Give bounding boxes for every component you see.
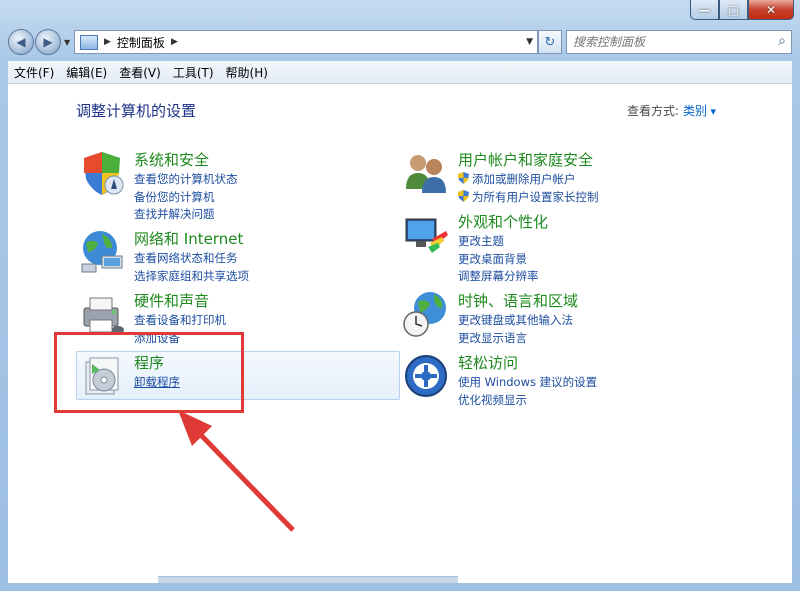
globe-network-icon[interactable] bbox=[78, 228, 126, 276]
category-title-users[interactable]: 用户帐户和家庭安全 bbox=[458, 149, 593, 170]
search-box[interactable]: ⌕ bbox=[566, 30, 792, 54]
category-title-clock[interactable]: 时钟、语言和区域 bbox=[458, 290, 578, 311]
link-change-display-language[interactable]: 更改显示语言 bbox=[458, 330, 573, 348]
link-change-keyboard[interactable]: 更改键盘或其他输入法 bbox=[458, 312, 573, 330]
chevron-right-icon[interactable]: ▶ bbox=[104, 37, 111, 47]
page-title: 调整计算机的设置 bbox=[76, 102, 197, 120]
appearance-icon[interactable] bbox=[402, 211, 450, 259]
annotation-arrow-icon bbox=[178, 410, 295, 532]
uac-shield-icon bbox=[458, 172, 469, 184]
printer-icon[interactable] bbox=[78, 290, 126, 338]
category-title-ease[interactable]: 轻松访问 bbox=[458, 352, 518, 373]
forward-button[interactable]: ▶ bbox=[35, 29, 61, 55]
link-backup-computer[interactable]: 备份您的计算机 bbox=[134, 189, 238, 207]
annotation-highlight-box bbox=[54, 332, 244, 413]
refresh-icon: ↻ bbox=[544, 34, 556, 50]
shield-icon[interactable] bbox=[78, 149, 126, 197]
view-by-dropdown[interactable]: 类别 bbox=[683, 102, 716, 119]
category-title-appearance[interactable]: 外观和个性化 bbox=[458, 211, 548, 232]
link-devices-printers[interactable]: 查看设备和打印机 bbox=[134, 312, 226, 330]
category-title-hardware[interactable]: 硬件和声音 bbox=[134, 290, 209, 311]
address-bar[interactable]: ▶ 控制面板 ▶ ▼ bbox=[74, 30, 538, 54]
link-view-computer-status[interactable]: 查看您的计算机状态 bbox=[134, 171, 238, 189]
menu-bar: 文件(F) 编辑(E) 查看(V) 工具(T) 帮助(H) bbox=[8, 61, 792, 84]
menu-edit[interactable]: 编辑(E) bbox=[60, 64, 113, 81]
users-icon[interactable] bbox=[402, 149, 450, 197]
control-panel-icon bbox=[80, 34, 98, 50]
maximize-button[interactable]: □ bbox=[719, 0, 748, 20]
ease-of-access-icon[interactable] bbox=[402, 352, 450, 400]
clock-globe-icon[interactable] bbox=[402, 290, 450, 338]
uac-shield-icon bbox=[458, 189, 469, 202]
address-dropdown-icon[interactable]: ▼ bbox=[526, 37, 533, 47]
link-homegroup-sharing[interactable]: 选择家庭组和共享选项 bbox=[134, 268, 249, 286]
horizontal-scrollbar[interactable] bbox=[158, 576, 458, 583]
recent-pages-dropdown[interactable]: ▼ bbox=[64, 38, 70, 47]
link-windows-recommended[interactable]: 使用 Windows 建议的设置 bbox=[458, 374, 597, 392]
link-change-theme[interactable]: 更改主题 bbox=[458, 233, 539, 251]
arrow-right-icon: ▶ bbox=[43, 35, 53, 49]
window-controls: — □ ✕ bbox=[690, 0, 794, 20]
close-icon: ✕ bbox=[765, 2, 777, 17]
close-button[interactable]: ✕ bbox=[748, 0, 794, 20]
link-label: 为所有用户设置家长控制 bbox=[472, 189, 599, 204]
control-panel-window: — □ ✕ ◀ ▶ ▼ ▶ 控制面板 ▶ ▼ ↻ ⌕ 文件(F) 编辑(E) 查… bbox=[0, 0, 800, 591]
link-change-background[interactable]: 更改桌面背景 bbox=[458, 251, 539, 269]
link-parental-controls[interactable]: 为所有用户设置家长控制 bbox=[458, 189, 599, 207]
minimize-icon: — bbox=[698, 2, 711, 17]
link-adjust-resolution[interactable]: 调整屏幕分辨率 bbox=[458, 268, 539, 286]
category-title-network[interactable]: 网络和 Internet bbox=[134, 228, 243, 249]
link-label: 添加或删除用户帐户 bbox=[472, 172, 576, 186]
maximize-icon: □ bbox=[727, 2, 740, 17]
chevron-right-icon[interactable]: ▶ bbox=[171, 37, 178, 47]
back-button[interactable]: ◀ bbox=[8, 29, 34, 55]
menu-help[interactable]: 帮助(H) bbox=[220, 64, 274, 81]
link-add-remove-accounts[interactable]: 添加或删除用户帐户 bbox=[458, 171, 599, 189]
content-area: 调整计算机的设置 查看方式: 类别 系统和安全 查看您的计算机状态 备份您的计算… bbox=[8, 84, 792, 583]
refresh-button[interactable]: ↻ bbox=[538, 30, 562, 54]
menu-tools[interactable]: 工具(T) bbox=[167, 64, 220, 81]
menu-file[interactable]: 文件(F) bbox=[8, 64, 60, 81]
link-troubleshoot[interactable]: 查找并解决问题 bbox=[134, 206, 238, 224]
link-optimize-display[interactable]: 优化视频显示 bbox=[458, 392, 597, 410]
link-network-status[interactable]: 查看网络状态和任务 bbox=[134, 250, 249, 268]
view-by-label: 查看方式: bbox=[626, 104, 679, 118]
search-input[interactable] bbox=[567, 34, 765, 50]
search-icon[interactable]: ⌕ bbox=[778, 33, 786, 49]
category-title-system[interactable]: 系统和安全 bbox=[134, 149, 209, 170]
menu-view[interactable]: 查看(V) bbox=[113, 64, 167, 81]
navigation-bar: ◀ ▶ ▼ ▶ 控制面板 ▶ ▼ ↻ ⌕ bbox=[8, 28, 792, 56]
breadcrumb-control-panel[interactable]: 控制面板 bbox=[117, 34, 165, 51]
minimize-button[interactable]: — bbox=[690, 0, 719, 20]
arrow-left-icon: ◀ bbox=[16, 35, 26, 49]
